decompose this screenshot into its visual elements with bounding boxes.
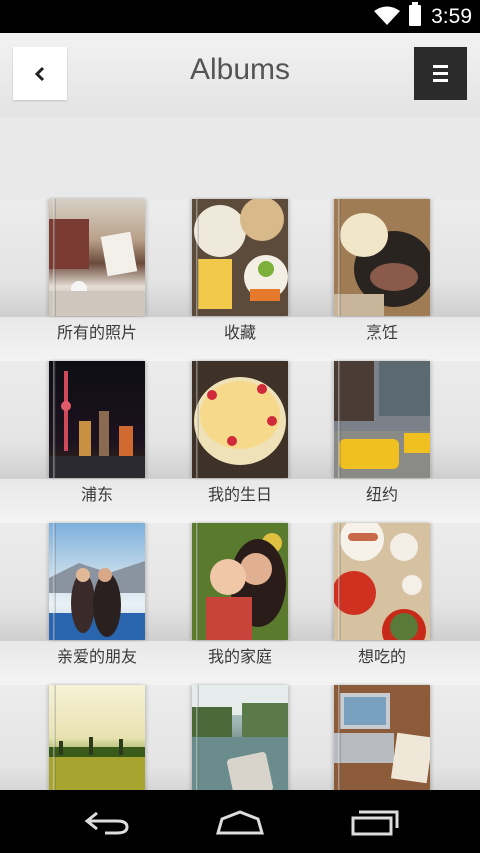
album-shelf-area: 所有的照片 收藏 烹饪 浦东 我的生日 纽约 亲爱的朋友 我的家庭 想吃的 <box>0 117 480 790</box>
app-header: Albums <box>0 33 480 117</box>
album-label: 亲爱的朋友 <box>56 647 137 666</box>
album-cover <box>192 685 288 790</box>
shelf-row: 浦东 我的生日 纽约 <box>0 361 480 524</box>
album-want-to-eat[interactable]: 想吃的 <box>334 523 430 667</box>
album-my-birthday[interactable]: 我的生日 <box>192 361 288 505</box>
page-title: Albums <box>189 53 291 86</box>
album-river[interactable] <box>192 685 288 790</box>
album-cover <box>49 523 145 640</box>
album-cover <box>49 685 145 790</box>
album-cover <box>49 361 145 478</box>
menu-icon <box>433 65 448 68</box>
album-cooking[interactable]: 烹饪 <box>334 199 430 343</box>
shelf-row: 所有的照片 收藏 烹饪 <box>0 199 480 362</box>
album-cover <box>334 199 430 316</box>
album-cover <box>334 685 430 790</box>
album-cover <box>192 361 288 478</box>
album-all-photos[interactable]: 所有的照片 <box>49 199 145 343</box>
album-label: 烹饪 <box>365 323 398 342</box>
shelf-row: 亲爱的朋友 我的家庭 想吃的 <box>0 523 480 686</box>
album-label: 收藏 <box>223 323 256 342</box>
album-label: 浦东 <box>80 485 113 504</box>
recents-nav-icon <box>351 810 399 836</box>
battery-icon <box>409 2 421 26</box>
album-cover <box>334 361 430 478</box>
album-cover <box>49 199 145 316</box>
album-cover <box>192 523 288 640</box>
wifi-icon <box>374 6 400 25</box>
album-garden[interactable] <box>49 685 145 790</box>
album-pudong[interactable]: 浦东 <box>49 361 145 505</box>
album-label: 纽约 <box>365 485 398 504</box>
navigation-bar <box>0 790 480 853</box>
album-label: 我的家庭 <box>207 647 272 666</box>
menu-button[interactable] <box>414 47 467 100</box>
nav-recents-button[interactable] <box>344 804 404 840</box>
status-time: 3:59 <box>431 5 472 28</box>
album-dear-friends[interactable]: 亲爱的朋友 <box>49 523 145 667</box>
album-label: 我的生日 <box>207 485 272 504</box>
nav-back-button[interactable] <box>77 804 137 840</box>
home-nav-icon <box>216 810 264 835</box>
album-label: 想吃的 <box>357 647 406 666</box>
album-new-york[interactable]: 纽约 <box>334 361 430 505</box>
album-my-family[interactable]: 我的家庭 <box>192 523 288 667</box>
album-workspace[interactable] <box>334 685 430 790</box>
album-favorites[interactable]: 收藏 <box>192 199 288 343</box>
album-cover <box>192 199 288 316</box>
back-nav-icon <box>84 811 129 835</box>
shelf-row <box>0 685 480 790</box>
nav-home-button[interactable] <box>210 804 270 840</box>
album-label: 所有的照片 <box>56 323 137 342</box>
album-cover <box>334 523 430 640</box>
status-bar: 3:59 <box>0 0 480 33</box>
